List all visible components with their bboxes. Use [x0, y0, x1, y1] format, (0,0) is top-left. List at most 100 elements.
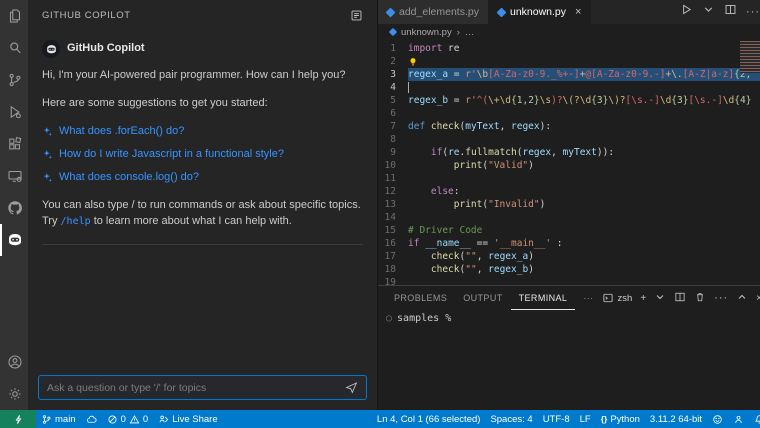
chat-greeting: Hi, I'm your AI-powered pair programmer.… [42, 69, 346, 81]
tab-add-elements[interactable]: add_elements.py [378, 0, 489, 24]
indentation-label: Spaces: 4 [490, 413, 533, 425]
breadcrumb-file[interactable]: unknown.py [401, 27, 452, 38]
terminal-dropdown-icon[interactable] [654, 291, 666, 306]
line-content [408, 107, 760, 120]
sync-status[interactable] [81, 410, 102, 428]
line-content: if __name__ == '__main__' : [408, 238, 563, 249]
code-line-15: 15 # Driver Code [378, 224, 760, 237]
minimap[interactable] [740, 41, 760, 73]
status-bar: main 0 0 Live Share Ln 4, Col 1 (66 sele… [0, 410, 760, 428]
run-button-icon[interactable] [680, 3, 693, 21]
breadcrumb-symbol[interactable]: … [465, 27, 475, 38]
new-terminal-icon[interactable]: + [640, 293, 646, 304]
encoding-status[interactable]: UTF-8 [538, 410, 575, 428]
suggestion-label: What does console.log() do? [59, 170, 200, 183]
indentation-status[interactable]: Spaces: 4 [485, 410, 537, 428]
python-file-icon [385, 7, 396, 17]
terminal-panel: PROBLEMS OUTPUT TERMINAL ··· zsh + ··· ×… [378, 285, 760, 410]
split-terminal-icon[interactable] [674, 291, 686, 306]
kill-terminal-icon[interactable] [694, 291, 706, 306]
chat-input-container [38, 375, 367, 400]
branch-status[interactable]: main [36, 410, 81, 428]
language-mode[interactable]: {} Python [596, 410, 645, 428]
tab-terminal[interactable]: TERMINAL [510, 286, 576, 310]
lightbulb-icon[interactable] [408, 57, 418, 67]
search-icon [10, 42, 21, 54]
activity-item-settings[interactable] [0, 378, 28, 410]
python-interpreter[interactable]: 3.11.2 64-bit [645, 410, 707, 428]
cursor-position[interactable]: Ln 4, Col 1 (66 selected) [372, 410, 486, 428]
activity-item-extensions[interactable] [0, 128, 28, 160]
live-share-session-icon[interactable] [728, 410, 749, 428]
activity-item-github[interactable] [0, 192, 28, 224]
code-line-4: 4 [378, 81, 760, 94]
line-number: 10 [384, 160, 396, 171]
suggestion-item[interactable]: What does .forEach() do? [42, 124, 363, 140]
activity-item-source-control[interactable] [0, 64, 28, 96]
sidebar-header: GITHUB COPILOT [28, 0, 377, 30]
more-actions-icon[interactable]: ··· [746, 6, 760, 18]
line-content: import re [408, 43, 460, 54]
close-tab-icon[interactable]: × [575, 6, 581, 18]
maximize-panel-icon[interactable] [736, 291, 748, 306]
code-line-16: 16 if __name__ == '__main__' : [378, 237, 760, 250]
chat-hint: You can also type / to run commands or a… [42, 198, 363, 230]
line-content: else: [430, 186, 460, 197]
code-editor[interactable]: 1 import re 2 3 regex_a = r' \b [A-Za-z0-9._%+… [378, 40, 760, 285]
chat-input[interactable] [47, 381, 345, 394]
terminal-content[interactable]: ○ samples % [378, 310, 760, 410]
python-file-icon [388, 27, 398, 37]
tab-output[interactable]: OUTPUT [455, 286, 510, 310]
activity-item-explorer[interactable] [0, 0, 28, 32]
code-line-3: 3 regex_a = r' \b [A-Za-z0-9._%+-] + @ [A-Za-z… [378, 68, 760, 81]
split-editor-icon[interactable] [724, 3, 737, 21]
copilot-avatar-icon [42, 40, 60, 58]
copilot-sidebar: GITHUB COPILOT GitHub Copilot Hi, I'm yo… [28, 0, 378, 410]
code-line-6: 6 [378, 107, 760, 120]
panel-header: PROBLEMS OUTPUT TERMINAL ··· zsh + ··· × [378, 286, 760, 310]
warning-count: 0 [142, 413, 149, 425]
suggestion-item[interactable]: How do I write Javascript in a functiona… [42, 147, 363, 163]
live-share-status[interactable]: Live Share [153, 410, 222, 428]
activity-item-remote-explorer[interactable] [0, 160, 28, 192]
code-line-2: 2 [378, 55, 760, 68]
line-content [408, 211, 760, 224]
line-content: print("Invalid") [453, 199, 546, 210]
shell-selector[interactable]: zsh [602, 292, 632, 304]
line-number: 1 [390, 43, 396, 54]
tab-unknown[interactable]: unknown.py × [488, 0, 592, 24]
activity-item-copilot-chat[interactable] [0, 224, 28, 256]
live-share-icon [159, 415, 169, 422]
eol-status[interactable]: LF [575, 410, 596, 428]
panel-more-actions-icon[interactable]: ··· [714, 292, 728, 304]
suggestion-item[interactable]: What does console.log() do? [42, 170, 363, 186]
code-line-11: 11 [378, 172, 760, 185]
activity-item-accounts[interactable] [0, 346, 28, 378]
suggestion-label: What does .forEach() do? [59, 124, 185, 137]
tab-problems[interactable]: PROBLEMS [386, 286, 455, 310]
activity-item-search[interactable] [0, 32, 28, 64]
run-debug-icon [10, 105, 21, 119]
feedback-smiley-icon[interactable] [707, 410, 728, 428]
activity-bar [0, 0, 28, 410]
line-content: def check(myText, regex): [408, 121, 552, 132]
activity-item-run-debug[interactable] [0, 96, 28, 128]
panel-more-tabs-icon[interactable]: ··· [575, 286, 601, 310]
help-command-link[interactable]: /help [61, 216, 91, 227]
send-icon[interactable] [345, 381, 358, 394]
code-line-18: 18 check("", regex_b) [378, 263, 760, 276]
code-line-10: 10 print("Valid") [378, 159, 760, 172]
close-panel-icon[interactable]: × [756, 293, 760, 304]
line-content: check("", regex_a) [430, 251, 534, 262]
problems-status[interactable]: 0 0 [102, 410, 154, 428]
chat-sessions-icon[interactable] [350, 9, 363, 22]
run-dropdown-icon[interactable] [702, 3, 715, 21]
language-label: Python [610, 413, 640, 425]
explorer-icon [9, 9, 21, 23]
remote-indicator-icon[interactable] [0, 410, 36, 428]
notifications-bell-icon[interactable] [749, 410, 760, 428]
settings-icon [9, 388, 21, 400]
code-line-1: 1 import re [378, 42, 760, 55]
line-number: 16 [384, 238, 396, 249]
breadcrumb[interactable]: unknown.py › … [378, 24, 760, 40]
